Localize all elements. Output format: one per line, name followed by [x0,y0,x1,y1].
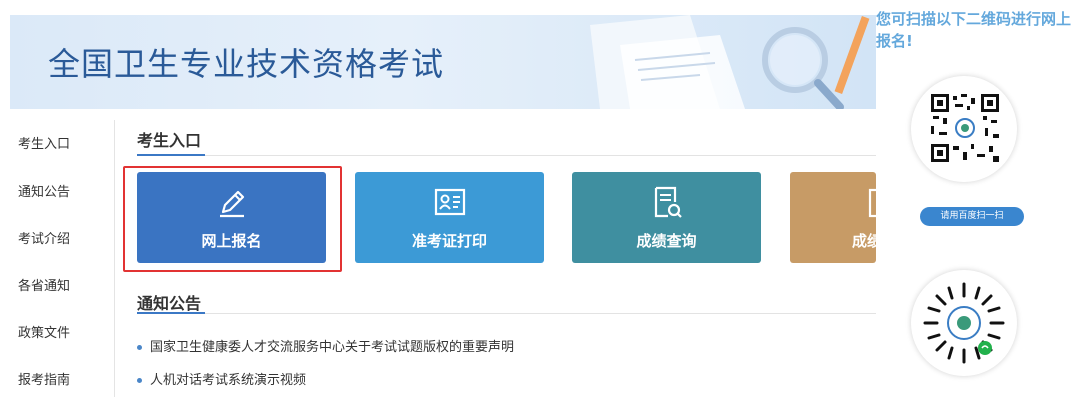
bullet-icon [137,378,142,383]
sidebar-item-policy-docs[interactable]: 政策文件 [18,322,70,341]
notice-item[interactable]: 国家卫生健康委人才交流服务中心关于考试试题版权的重要声明 [137,336,514,355]
notices-section-title: 通知公告 [137,294,202,313]
tile-score-certificate[interactable]: 成绩 [790,172,876,263]
certificate-icon [868,188,876,218]
sidebar-item-notices[interactable]: 通知公告 [18,181,70,200]
tile-label: 成绩 [852,232,876,250]
tile-score-query[interactable]: 成绩查询 [572,172,761,263]
id-card-icon [434,188,465,216]
sidebar-item-entry[interactable]: 考生入口 [18,133,70,152]
entry-section-divider [137,155,876,156]
sidebar-divider [114,120,115,397]
notice-item[interactable]: 人机对话考试系统演示视频 [137,369,306,388]
document-search-icon [654,186,682,218]
notice-link[interactable]: 人机对话考试系统演示视频 [150,373,306,388]
sidebar-item-exam-intro[interactable]: 考试介绍 [18,228,70,247]
notices-section-divider [137,313,876,314]
tile-label: 准考证打印 [411,232,487,250]
header-banner: 全国卫生专业技术资格考试 [10,15,876,109]
bullet-icon [137,345,142,350]
mini-program-code-icon [923,282,1005,364]
tile-label: 成绩查询 [636,232,697,250]
scan-hint-badge: 请用百度扫一扫 [920,207,1024,226]
notices-section-underline [137,312,205,314]
qr-panel: 您可扫描以下二维码进行网上报名! 请用百度扫一扫 [876,0,1079,397]
mini-program-code-container [911,270,1017,376]
notice-link[interactable]: 国家卫生健康委人才交流服务中心关于考试试题版权的重要声明 [150,340,514,355]
sidebar-item-guide[interactable]: 报考指南 [18,369,70,388]
page-title: 全国卫生专业技术资格考试 [48,45,445,83]
qr-code-container [911,76,1017,182]
sidebar-item-province-notices[interactable]: 各省通知 [18,275,70,294]
banner-illustration [590,15,870,109]
qr-code-icon [931,94,999,162]
entry-section-title: 考生入口 [137,131,202,150]
tile-admission-ticket-print[interactable]: 准考证打印 [355,172,544,263]
entry-section-underline [137,154,205,156]
qr-caption: 您可扫描以下二维码进行网上报名! [876,10,1072,50]
highlight-box [123,166,342,272]
